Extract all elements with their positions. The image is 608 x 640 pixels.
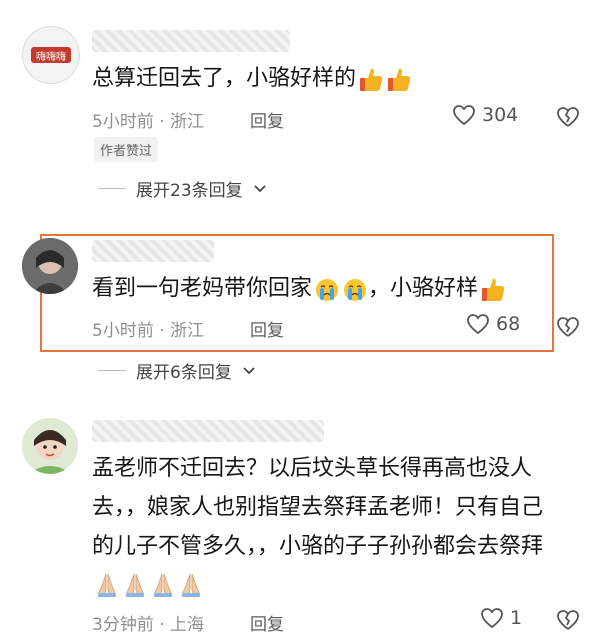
praying-hands-icon bbox=[126, 573, 144, 598]
praying-hands-icon bbox=[182, 573, 200, 598]
time-location: 3分钟前 · 上海 bbox=[92, 615, 205, 635]
username-blurred[interactable] bbox=[92, 420, 324, 442]
dislike-button[interactable] bbox=[556, 609, 580, 635]
broken-heart-icon bbox=[557, 610, 579, 630]
comment-text-line-1: 孟老师不迁回去？以后坟头草长得再高也没人 bbox=[92, 456, 533, 481]
comment-3: 孟老师不迁回去？以后坟头草长得再高也没人 去，，娘家人也别指望去祭拜孟老师！只有… bbox=[0, 0, 608, 640]
reply-button[interactable]: 回复 bbox=[250, 610, 284, 635]
like-button[interactable]: 1 bbox=[480, 607, 522, 629]
like-count: 1 bbox=[510, 607, 523, 629]
comment-text-line-2: 去，，娘家人也别指望去祭拜孟老师！只有自己 bbox=[92, 495, 544, 520]
praying-hands-icon bbox=[98, 573, 116, 598]
comment-emoji-row bbox=[92, 568, 204, 602]
avatar[interactable] bbox=[22, 418, 78, 474]
comment-text-line-3: 的儿子不管多久，，小骆的子子孙孙都会去祭拜 bbox=[92, 534, 544, 559]
praying-hands-icon bbox=[154, 573, 172, 598]
heart-icon bbox=[481, 608, 503, 629]
